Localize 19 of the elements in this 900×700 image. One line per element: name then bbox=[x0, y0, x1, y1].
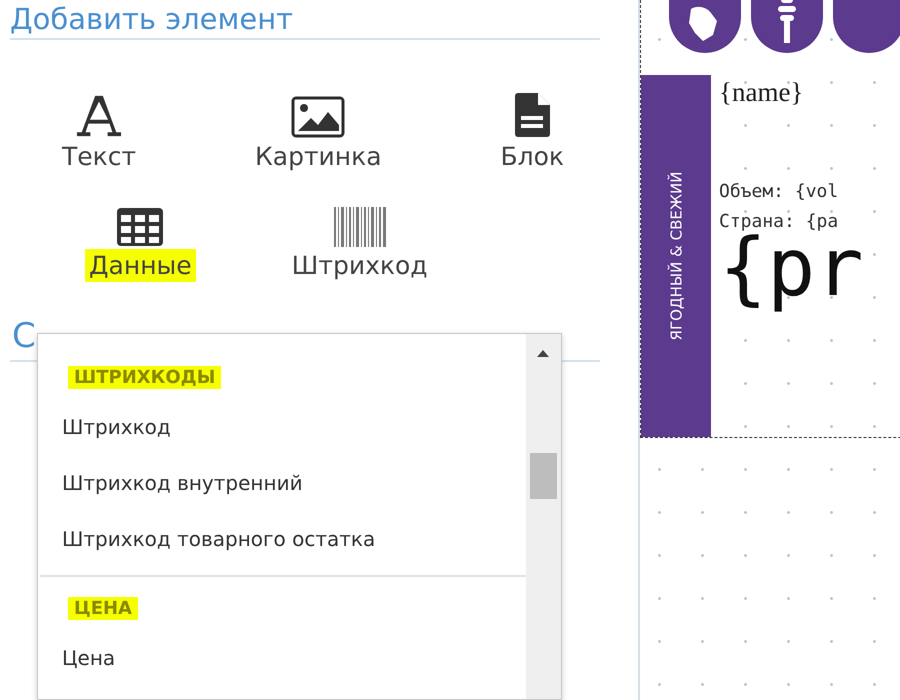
add-text-tool[interactable]: Текст bbox=[58, 92, 140, 173]
side-text: ЯГОДНЫЙ & СВЕЖИЙ bbox=[667, 172, 685, 340]
document-icon bbox=[513, 92, 552, 138]
name-field: {name} bbox=[719, 77, 864, 177]
add-data-tool[interactable]: Данные bbox=[85, 201, 196, 282]
menu-item[interactable]: Цена bbox=[38, 630, 140, 686]
group-header: ЦЕНА bbox=[68, 597, 138, 620]
menu-item[interactable]: Штрихкод bbox=[38, 399, 195, 455]
section-title: С bbox=[11, 315, 36, 358]
scrollbar-thumb[interactable] bbox=[530, 453, 557, 499]
add-image-tool[interactable]: Картинка bbox=[251, 92, 386, 173]
panel-title: Добавить элемент bbox=[10, 1, 294, 38]
group-header: ШТРИХКОДЫ bbox=[68, 366, 222, 389]
add-block-tool[interactable]: Блок bbox=[496, 92, 568, 173]
round-badge-icon bbox=[833, 0, 900, 53]
menu-item[interactable]: Штрихкод товарного остатка bbox=[38, 511, 400, 567]
menu-item[interactable]: Штрихкод внутренний bbox=[38, 455, 327, 511]
scroll-up-icon[interactable] bbox=[537, 350, 549, 357]
add-barcode-tool[interactable]: Штрихкод bbox=[288, 201, 432, 282]
